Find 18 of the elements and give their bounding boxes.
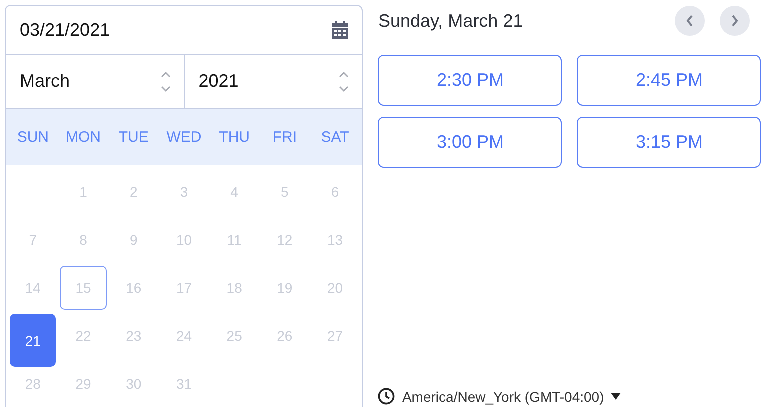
- timezone-select[interactable]: America/New_York (GMT-04:00): [378, 388, 622, 405]
- day-cell[interactable]: 21: [10, 314, 56, 367]
- weekday-label: SUN: [16, 128, 50, 146]
- weekday-label: THU: [218, 128, 251, 146]
- day-title: Sunday, March 21: [378, 10, 524, 32]
- month-select[interactable]: March: [6, 55, 184, 108]
- time-slot-button[interactable]: 3:00 PM: [378, 117, 562, 168]
- year-select[interactable]: 2021: [184, 55, 362, 108]
- weekday-label: TUE: [118, 128, 150, 146]
- weekday-label: FRI: [272, 128, 298, 146]
- time-slot-button[interactable]: 3:15 PM: [577, 117, 762, 168]
- weekday-label: MON: [65, 128, 102, 146]
- date-value: 03/21/2021: [20, 20, 110, 40]
- weekday-label: SAT: [320, 128, 350, 146]
- time-slot-button[interactable]: 2:45 PM: [577, 55, 762, 106]
- date-field[interactable]: 03/21/2021: [6, 6, 362, 55]
- weekday-label: WED: [166, 128, 203, 146]
- time-slot-button[interactable]: 2:30 PM: [378, 55, 562, 106]
